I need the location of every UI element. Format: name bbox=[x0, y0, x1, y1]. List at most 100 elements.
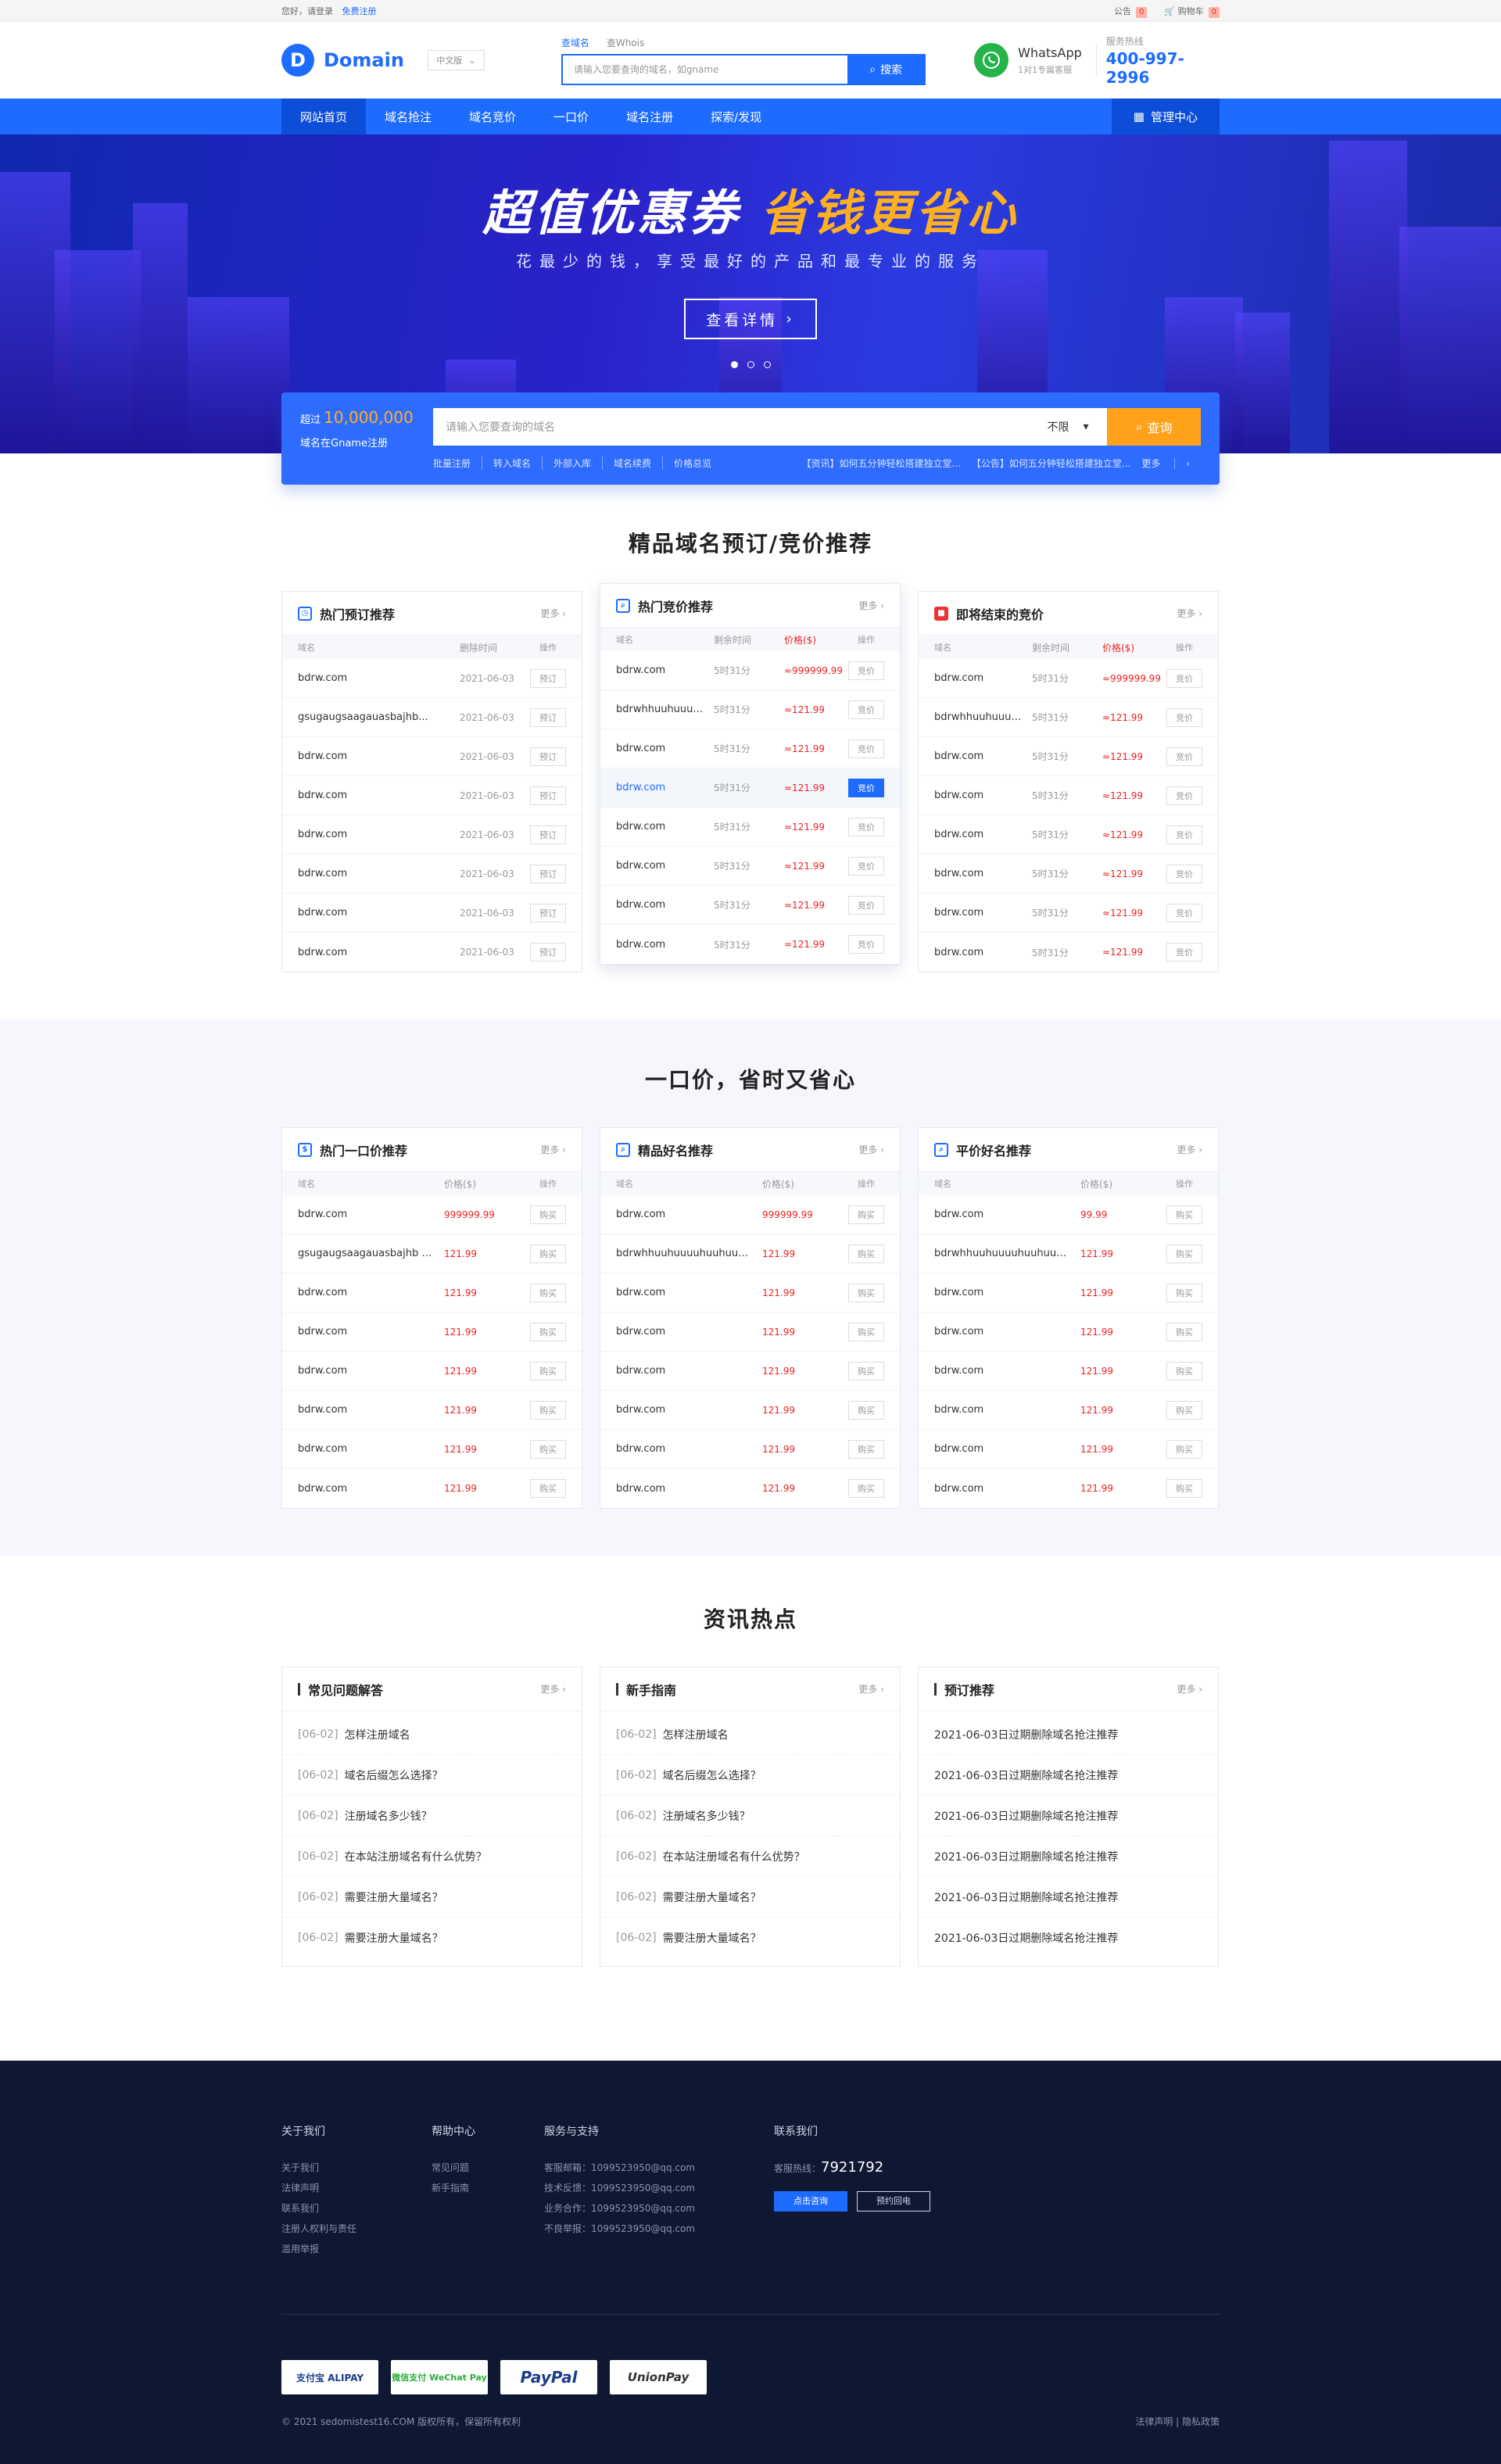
bid-button[interactable]: 竞价 bbox=[848, 935, 884, 954]
logo[interactable]: D Domain bbox=[281, 44, 404, 77]
news-title[interactable]: 需要注册大量域名？ bbox=[663, 1930, 761, 1946]
news-title[interactable]: 2021-06-03日过期删除域名抢注推荐 bbox=[934, 1727, 1118, 1742]
domain-name[interactable]: bdrw.com bbox=[616, 1287, 762, 1298]
footer-link[interactable]: 常见问题 bbox=[432, 2158, 544, 2178]
table-row[interactable]: bdrw.com 121.99 购买 bbox=[600, 1313, 900, 1352]
news-item[interactable]: [06-02] 怎样注册域名 bbox=[282, 1714, 582, 1755]
nav-register[interactable]: 域名注册 bbox=[607, 98, 692, 134]
domain-name[interactable]: bdrw.com bbox=[298, 672, 460, 684]
consult-button[interactable]: 点击咨询 bbox=[774, 2191, 847, 2212]
more-link[interactable]: 更多 › bbox=[1141, 457, 1201, 470]
domain-name[interactable]: bdrw.com bbox=[616, 821, 714, 833]
domain-name[interactable]: bdrw.com bbox=[616, 899, 714, 911]
domain-name[interactable]: bdrw.com bbox=[616, 939, 714, 951]
table-row[interactable]: bdrw.com 121.99 购买 bbox=[282, 1313, 582, 1352]
news-title[interactable]: 注册域名多少钱？ bbox=[345, 1808, 432, 1824]
news-item[interactable]: [06-02] 注册域名多少钱？ bbox=[600, 1796, 900, 1836]
table-row[interactable]: bdrw.com 5时31分 ≈999999.99 竞价 bbox=[919, 659, 1218, 698]
reserve-button[interactable]: 预订 bbox=[530, 903, 566, 922]
news-title[interactable]: 2021-06-03日过期删除域名抢注推荐 bbox=[934, 1930, 1118, 1946]
domain-name[interactable]: bdrw.com bbox=[616, 1365, 762, 1377]
news-title[interactable]: 怎样注册域名 bbox=[345, 1727, 410, 1742]
table-row[interactable]: gsugaugsaagauasbajhb... 2021-06-03 预订 bbox=[282, 698, 582, 737]
banner-details-button[interactable]: 查看详情 › bbox=[684, 299, 817, 339]
news-title[interactable]: 2021-06-03日过期删除域名抢注推荐 bbox=[934, 1808, 1118, 1824]
news-item[interactable]: [06-02] 注册域名多少钱？ bbox=[282, 1796, 582, 1836]
bid-button[interactable]: 竞价 bbox=[1166, 747, 1202, 766]
notice-link[interactable]: 公告 0 bbox=[1114, 5, 1148, 18]
buy-button[interactable]: 购买 bbox=[1166, 1361, 1202, 1381]
table-row[interactable]: bdrw.com 2021-06-03 预订 bbox=[282, 854, 582, 894]
callback-button[interactable]: 预约回电 bbox=[857, 2191, 930, 2212]
table-row[interactable]: bdrw.com 121.99 购买 bbox=[919, 1469, 1218, 1508]
news-link[interactable]: 【公告】如何五分钟轻松搭建独立堂... bbox=[972, 457, 1130, 470]
footer-link[interactable]: 关于我们 bbox=[281, 2158, 432, 2178]
domain-name[interactable]: bdrw.com bbox=[934, 790, 1032, 801]
buy-button[interactable]: 购买 bbox=[530, 1283, 566, 1302]
table-row[interactable]: bdrw.com 121.99 购买 bbox=[282, 1430, 582, 1469]
bid-button[interactable]: 竞价 bbox=[848, 895, 884, 915]
domain-name[interactable]: bdrw.com bbox=[934, 1326, 1080, 1338]
table-row[interactable]: bdrw.com 121.99 购买 bbox=[919, 1313, 1218, 1352]
news-title[interactable]: 域名后缀怎么选择？ bbox=[345, 1767, 443, 1783]
domain-name[interactable]: bdrwhhuuhuuuuhuuhuuuu... bbox=[616, 1248, 762, 1259]
domain-name[interactable]: bdrw.com bbox=[934, 1404, 1080, 1416]
table-row[interactable]: gsugaugsaagauasbajhb uuu... 121.99 购买 bbox=[282, 1234, 582, 1273]
domain-search-input[interactable]: 请输入您要查询的域名 bbox=[433, 408, 1029, 446]
table-row[interactable]: bdrw.com 2021-06-03 预订 bbox=[282, 815, 582, 854]
bid-button[interactable]: 竞价 bbox=[848, 817, 884, 836]
header-search-input[interactable]: 请输入您要查询的域名，如gname bbox=[563, 56, 847, 84]
news-item[interactable]: [06-02] 需要注册大量域名？ bbox=[282, 1918, 582, 1958]
tab-domain[interactable]: 查域名 bbox=[561, 36, 589, 49]
buy-button[interactable]: 购买 bbox=[530, 1322, 566, 1341]
more-link[interactable]: 更多 › bbox=[858, 599, 884, 612]
bid-button[interactable]: 竞价 bbox=[848, 778, 884, 797]
reserve-button[interactable]: 预订 bbox=[530, 707, 566, 727]
table-row[interactable]: bdrw.com 5时31分 ≈121.99 竞价 bbox=[919, 894, 1218, 933]
nav-fixed-price[interactable]: 一口价 bbox=[535, 98, 607, 134]
domain-name[interactable]: bdrw.com bbox=[934, 907, 1032, 919]
link-renew[interactable]: 域名续费 bbox=[602, 457, 662, 470]
reserve-button[interactable]: 预订 bbox=[530, 943, 566, 962]
link-bulk-register[interactable]: 批量注册 bbox=[433, 457, 482, 470]
table-row[interactable]: bdrw.com 999999.99 购买 bbox=[282, 1195, 582, 1234]
more-link[interactable]: 更多 › bbox=[540, 1143, 566, 1156]
buy-button[interactable]: 购买 bbox=[848, 1205, 884, 1224]
domain-name[interactable]: bdrw.com bbox=[934, 1365, 1080, 1377]
buy-button[interactable]: 购买 bbox=[530, 1244, 566, 1263]
reserve-button[interactable]: 预订 bbox=[530, 747, 566, 766]
table-row[interactable]: bdrw.com 121.99 购买 bbox=[919, 1273, 1218, 1313]
domain-name[interactable]: bdrw.com bbox=[934, 1483, 1080, 1495]
news-item[interactable]: [06-02] 在本站注册域名有什么优势？ bbox=[282, 1836, 582, 1877]
domain-name[interactable]: bdrwhhuuhuuuuhuuhuuuu... bbox=[934, 1248, 1080, 1259]
footer-link[interactable]: 注册人权利与责任 bbox=[281, 2219, 432, 2239]
table-row[interactable]: bdrw.com 5时31分 ≈121.99 竞价 bbox=[919, 815, 1218, 854]
news-item[interactable]: [06-02] 域名后缀怎么选择？ bbox=[282, 1755, 582, 1796]
domain-name[interactable]: bdrw.com bbox=[298, 907, 460, 919]
table-row[interactable]: bdrw.com 121.99 购买 bbox=[600, 1391, 900, 1430]
link-transfer[interactable]: 转入域名 bbox=[482, 457, 542, 470]
bid-button[interactable]: 竞价 bbox=[1166, 825, 1202, 844]
domain-name[interactable]: bdrw.com bbox=[298, 868, 460, 879]
table-row[interactable]: bdrw.com 5时31分 ≈121.99 竞价 bbox=[600, 886, 900, 925]
news-item[interactable]: [06-02] 在本站注册域名有什么优势？ bbox=[600, 1836, 900, 1877]
bid-button[interactable]: 竞价 bbox=[1166, 786, 1202, 805]
news-title[interactable]: 域名后缀怎么选择？ bbox=[663, 1767, 761, 1783]
suffix-select[interactable]: 不限 ▾ bbox=[1029, 408, 1107, 446]
news-title[interactable]: 注册域名多少钱？ bbox=[663, 1808, 750, 1824]
carousel-dot[interactable] bbox=[747, 361, 754, 368]
bid-button[interactable]: 竞价 bbox=[1166, 707, 1202, 727]
news-title[interactable]: 2021-06-03日过期删除域名抢注推荐 bbox=[934, 1849, 1118, 1864]
domain-name[interactable]: bdrwhhuuhuuuu... bbox=[616, 704, 714, 715]
buy-button[interactable]: 购买 bbox=[530, 1439, 566, 1459]
table-row[interactable]: bdrw.com 5时31分 ≈121.99 竞价 bbox=[600, 729, 900, 768]
table-row[interactable]: bdrwhhuuhuuuu... 5时31分 ≈121.99 竞价 bbox=[919, 698, 1218, 737]
table-row[interactable]: bdrw.com 121.99 购买 bbox=[282, 1273, 582, 1313]
domain-name[interactable]: gsugaugsaagauasbajhb uuu... bbox=[298, 1248, 444, 1259]
buy-button[interactable]: 购买 bbox=[848, 1244, 884, 1263]
buy-button[interactable]: 购买 bbox=[530, 1479, 566, 1498]
buy-button[interactable]: 购买 bbox=[530, 1205, 566, 1224]
domain-name[interactable]: bdrw.com bbox=[934, 947, 1032, 958]
tab-whois[interactable]: 查Whois bbox=[607, 36, 644, 49]
buy-button[interactable]: 购买 bbox=[1166, 1322, 1202, 1341]
